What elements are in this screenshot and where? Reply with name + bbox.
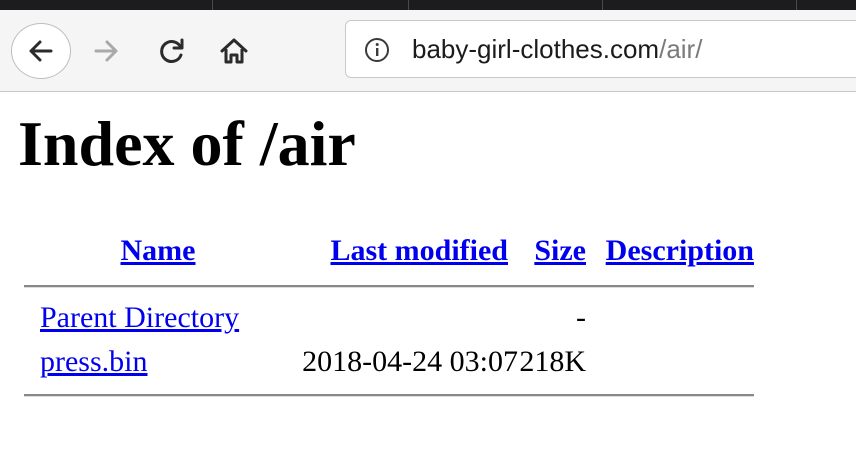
browser-toolbar: baby-girl-clothes.com/air/	[0, 10, 856, 92]
file-link[interactable]: press.bin	[40, 345, 148, 378]
description-cell	[586, 296, 754, 340]
back-button[interactable]	[11, 23, 71, 79]
icon-column-header	[24, 226, 40, 276]
divider	[24, 284, 754, 288]
info-icon[interactable]	[364, 37, 390, 63]
name-cell: Parent Directory	[24, 296, 276, 340]
last-modified-cell: 2018-04-24 03:07	[302, 345, 518, 378]
last-modified-column-header: Last modified	[276, 226, 518, 276]
reload-icon	[160, 38, 184, 63]
home-button[interactable]	[214, 31, 254, 71]
divider	[24, 393, 754, 397]
tab-separator	[796, 0, 797, 10]
parent-directory-link[interactable]: Parent Directory	[40, 301, 239, 334]
size-column-header: Size	[518, 226, 586, 276]
table-row: press.bin 2018-04-24 03:07 218K	[24, 340, 754, 384]
page-content: Index of /air Name Last modified Size De…	[0, 92, 856, 460]
tab-separator	[408, 0, 409, 10]
forward-button[interactable]	[86, 31, 126, 71]
size-cell: -	[576, 301, 586, 334]
url-path: /air/	[659, 34, 703, 64]
directory-listing-table: Name Last modified Size Description Pare…	[24, 226, 754, 406]
name-cell: press.bin	[24, 340, 276, 384]
tab-strip	[0, 0, 856, 10]
forward-arrow-icon	[94, 40, 118, 62]
sort-by-size-link[interactable]: Size	[534, 234, 586, 267]
size-cell: 218K	[519, 345, 586, 378]
home-icon	[220, 38, 248, 64]
sort-by-name-link[interactable]: Name	[121, 234, 196, 267]
description-column-header: Description	[586, 226, 754, 276]
sort-by-last-modified-link[interactable]: Last modified	[330, 234, 508, 267]
divider-row	[24, 384, 754, 406]
description-cell	[586, 340, 754, 384]
sort-by-description-link[interactable]: Description	[606, 234, 754, 267]
divider-row	[24, 276, 754, 296]
url-host: baby-girl-clothes.com	[412, 34, 660, 64]
reload-button[interactable]	[152, 31, 192, 71]
tab-separator	[212, 0, 213, 10]
name-column-header: Name	[40, 226, 276, 276]
address-bar[interactable]: baby-girl-clothes.com/air/	[345, 20, 856, 78]
back-arrow-icon	[29, 40, 53, 62]
url-text[interactable]: baby-girl-clothes.com/air/	[412, 34, 702, 64]
page-title: Index of /air	[18, 108, 356, 179]
table-row: Parent Directory -	[24, 296, 754, 340]
last-modified-cell	[276, 296, 518, 340]
tab-separator	[602, 0, 603, 10]
table-header-row: Name Last modified Size Description	[24, 226, 755, 276]
